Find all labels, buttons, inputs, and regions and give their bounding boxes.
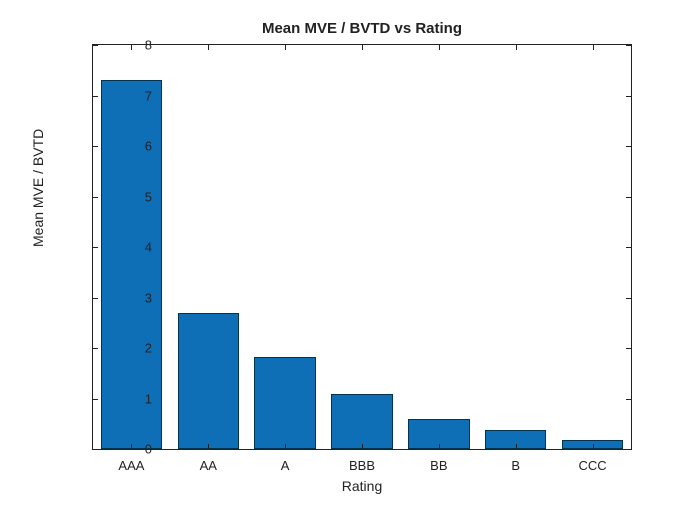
y-tick-mark — [93, 298, 98, 299]
y-tick-mark — [93, 96, 98, 97]
y-tick-mark — [626, 96, 631, 97]
x-tick-mark — [362, 444, 363, 449]
x-tick-mark — [362, 45, 363, 50]
y-tick-mark — [626, 399, 631, 400]
x-tick-mark — [439, 45, 440, 50]
y-tick-mark — [626, 298, 631, 299]
y-tick-mark — [626, 197, 631, 198]
y-tick-label: 1 — [122, 391, 152, 406]
y-tick-label: 2 — [122, 341, 152, 356]
x-tick-mark — [285, 444, 286, 449]
y-tick-mark — [93, 146, 98, 147]
chart-axes — [92, 44, 632, 450]
y-tick-label: 4 — [122, 240, 152, 255]
y-tick-mark — [93, 197, 98, 198]
x-tick-label: AA — [200, 458, 217, 473]
y-axis-label: Mean MVE / BVTD — [30, 129, 46, 247]
x-tick-mark — [208, 45, 209, 50]
y-tick-mark — [626, 146, 631, 147]
y-tick-mark — [626, 449, 631, 450]
bar — [178, 313, 239, 449]
chart-title: Mean MVE / BVTD vs Rating — [92, 20, 632, 37]
y-tick-mark — [93, 45, 98, 46]
y-tick-label: 8 — [122, 38, 152, 53]
x-axis-label: Rating — [92, 478, 632, 494]
y-tick-mark — [93, 449, 98, 450]
x-tick-label: BB — [430, 458, 447, 473]
x-tick-mark — [285, 45, 286, 50]
x-tick-mark — [593, 444, 594, 449]
x-tick-label: B — [511, 458, 520, 473]
x-tick-mark — [439, 444, 440, 449]
x-tick-mark — [516, 45, 517, 50]
x-tick-label: AAA — [118, 458, 144, 473]
y-tick-mark — [93, 247, 98, 248]
y-tick-label: 3 — [122, 290, 152, 305]
y-tick-label: 0 — [122, 442, 152, 457]
plot-area — [93, 45, 631, 449]
x-tick-label: BBB — [349, 458, 375, 473]
y-tick-mark — [626, 45, 631, 46]
x-tick-mark — [208, 444, 209, 449]
x-tick-mark — [516, 444, 517, 449]
y-tick-label: 5 — [122, 189, 152, 204]
chart-figure: Mean MVE / BVTD vs Rating Mean MVE / BVT… — [0, 0, 700, 525]
x-tick-label: CCC — [578, 458, 606, 473]
x-tick-label: A — [281, 458, 290, 473]
y-tick-mark — [93, 399, 98, 400]
bar — [331, 394, 392, 449]
y-tick-mark — [93, 348, 98, 349]
x-tick-mark — [593, 45, 594, 50]
bar — [254, 357, 315, 449]
y-tick-label: 6 — [122, 139, 152, 154]
y-tick-mark — [626, 247, 631, 248]
y-tick-mark — [626, 348, 631, 349]
y-tick-label: 7 — [122, 88, 152, 103]
